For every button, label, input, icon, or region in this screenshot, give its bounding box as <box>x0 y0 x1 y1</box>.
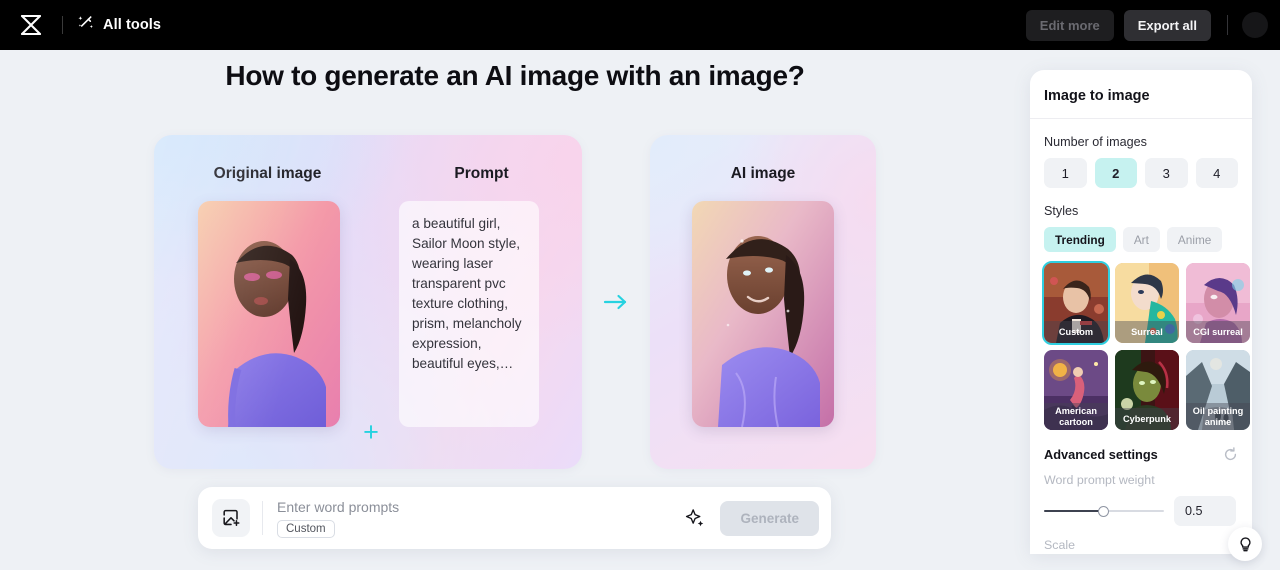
plus-icon: + <box>363 417 379 447</box>
original-image-label: Original image <box>213 165 322 182</box>
panel-title: Image to image <box>1044 88 1150 104</box>
top-bar-left: All tools <box>0 8 161 42</box>
edit-more-button[interactable]: Edit more <box>1025 9 1114 41</box>
prompt-input-placeholder[interactable]: Enter word prompts <box>277 499 678 515</box>
prompt-text-box: a beautiful girl, Sailor Moon style, wea… <box>399 201 539 427</box>
generate-button[interactable]: Generate <box>720 500 819 536</box>
style-thumb-cyberpunk[interactable]: Cyberpunk <box>1115 350 1179 430</box>
word-prompt-weight-row: 0.5 <box>1044 496 1238 526</box>
number-option-3[interactable]: 3 <box>1145 158 1188 188</box>
style-thumb-label: Oil painting anime <box>1186 403 1250 430</box>
add-image-icon[interactable] <box>212 499 250 537</box>
style-chip-custom[interactable]: Custom <box>277 519 335 538</box>
styles-label: Styles <box>1044 204 1079 218</box>
prompt-text: a beautiful girl, Sailor Moon style, wea… <box>412 216 522 371</box>
prompt-input-bar: Enter word prompts Custom Generate <box>198 487 831 549</box>
ai-image-label: AI image <box>730 165 796 182</box>
style-thumb-custom[interactable]: Custom <box>1042 261 1110 345</box>
style-thumb-surreal[interactable]: Surreal <box>1115 263 1179 343</box>
number-of-images-label: Number of images <box>1044 135 1147 149</box>
original-image-thumbnail <box>198 201 340 427</box>
capcut-logo-icon[interactable] <box>14 8 48 42</box>
style-tabs: Trending Art Anime <box>1044 227 1238 252</box>
slider-fill <box>1044 510 1104 512</box>
ai-image-thumbnail <box>692 201 834 427</box>
sparkle-icon[interactable] <box>678 501 712 535</box>
style-thumb-label: Surreal <box>1115 321 1179 343</box>
top-bar-divider-right <box>1227 15 1228 35</box>
lightbulb-icon[interactable] <box>1228 527 1262 561</box>
word-prompt-weight-label: Word prompt weight <box>1044 473 1155 487</box>
style-tab-art[interactable]: Art <box>1122 227 1160 252</box>
style-tab-trending[interactable]: Trending <box>1044 227 1116 252</box>
number-option-2[interactable]: 2 <box>1094 158 1137 188</box>
style-tab-anime[interactable]: Anime <box>1166 227 1223 252</box>
app-root: All tools Edit more Export all How to ge… <box>0 0 1280 570</box>
style-thumb-label: Cyberpunk <box>1115 408 1179 430</box>
word-prompt-weight-slider[interactable] <box>1044 503 1164 519</box>
settings-panel: Image to image Number of images 1 2 3 4 … <box>1030 70 1252 554</box>
all-tools-label: All tools <box>103 17 162 33</box>
prompt-label: Prompt <box>454 165 509 182</box>
slider-knob[interactable] <box>1098 506 1109 517</box>
arrow-right-icon <box>582 135 650 469</box>
page-title: How to generate an AI image with an imag… <box>225 60 805 91</box>
panel-divider <box>1030 118 1252 119</box>
ai-image-card: AI image <box>650 135 876 469</box>
reset-circle-icon[interactable] <box>1223 447 1238 462</box>
style-thumb-cgi-surreal[interactable]: CGI surreal <box>1186 263 1250 343</box>
number-option-4[interactable]: 4 <box>1195 158 1238 188</box>
style-thumbnail-grid: Custom Surreal CGI surreal American cart… <box>1042 261 1250 430</box>
top-bar-right: Edit more Export all <box>1025 9 1280 41</box>
top-bar: All tools Edit more Export all <box>0 0 1280 50</box>
avatar[interactable] <box>1242 12 1268 38</box>
number-of-images-group: 1 2 3 4 <box>1044 158 1238 188</box>
magic-wand-icon <box>77 14 94 36</box>
style-thumb-label: CGI surreal <box>1186 321 1250 343</box>
demo-cards: Original image Prompt + a beautiful girl… <box>154 135 876 469</box>
number-option-1[interactable]: 1 <box>1044 158 1087 188</box>
style-thumb-label: Custom <box>1044 321 1108 343</box>
export-all-button[interactable]: Export all <box>1123 9 1211 41</box>
word-prompt-weight-value[interactable]: 0.5 <box>1174 496 1236 526</box>
style-thumb-label: American cartoon <box>1044 403 1108 430</box>
scale-label: Scale <box>1044 538 1075 552</box>
advanced-settings-row: Advanced settings <box>1044 447 1238 462</box>
top-bar-divider <box>62 16 63 34</box>
advanced-settings-label: Advanced settings <box>1044 447 1158 462</box>
prompt-bar-center: Enter word prompts Custom <box>277 499 678 538</box>
original-and-prompt-card: Original image Prompt + a beautiful girl… <box>154 135 582 469</box>
style-thumb-american-cartoon[interactable]: American cartoon <box>1044 350 1108 430</box>
style-thumb-oil-painting-anime[interactable]: Oil painting anime <box>1186 350 1250 430</box>
all-tools-button[interactable]: All tools <box>77 14 161 36</box>
prompt-bar-divider <box>262 501 263 535</box>
